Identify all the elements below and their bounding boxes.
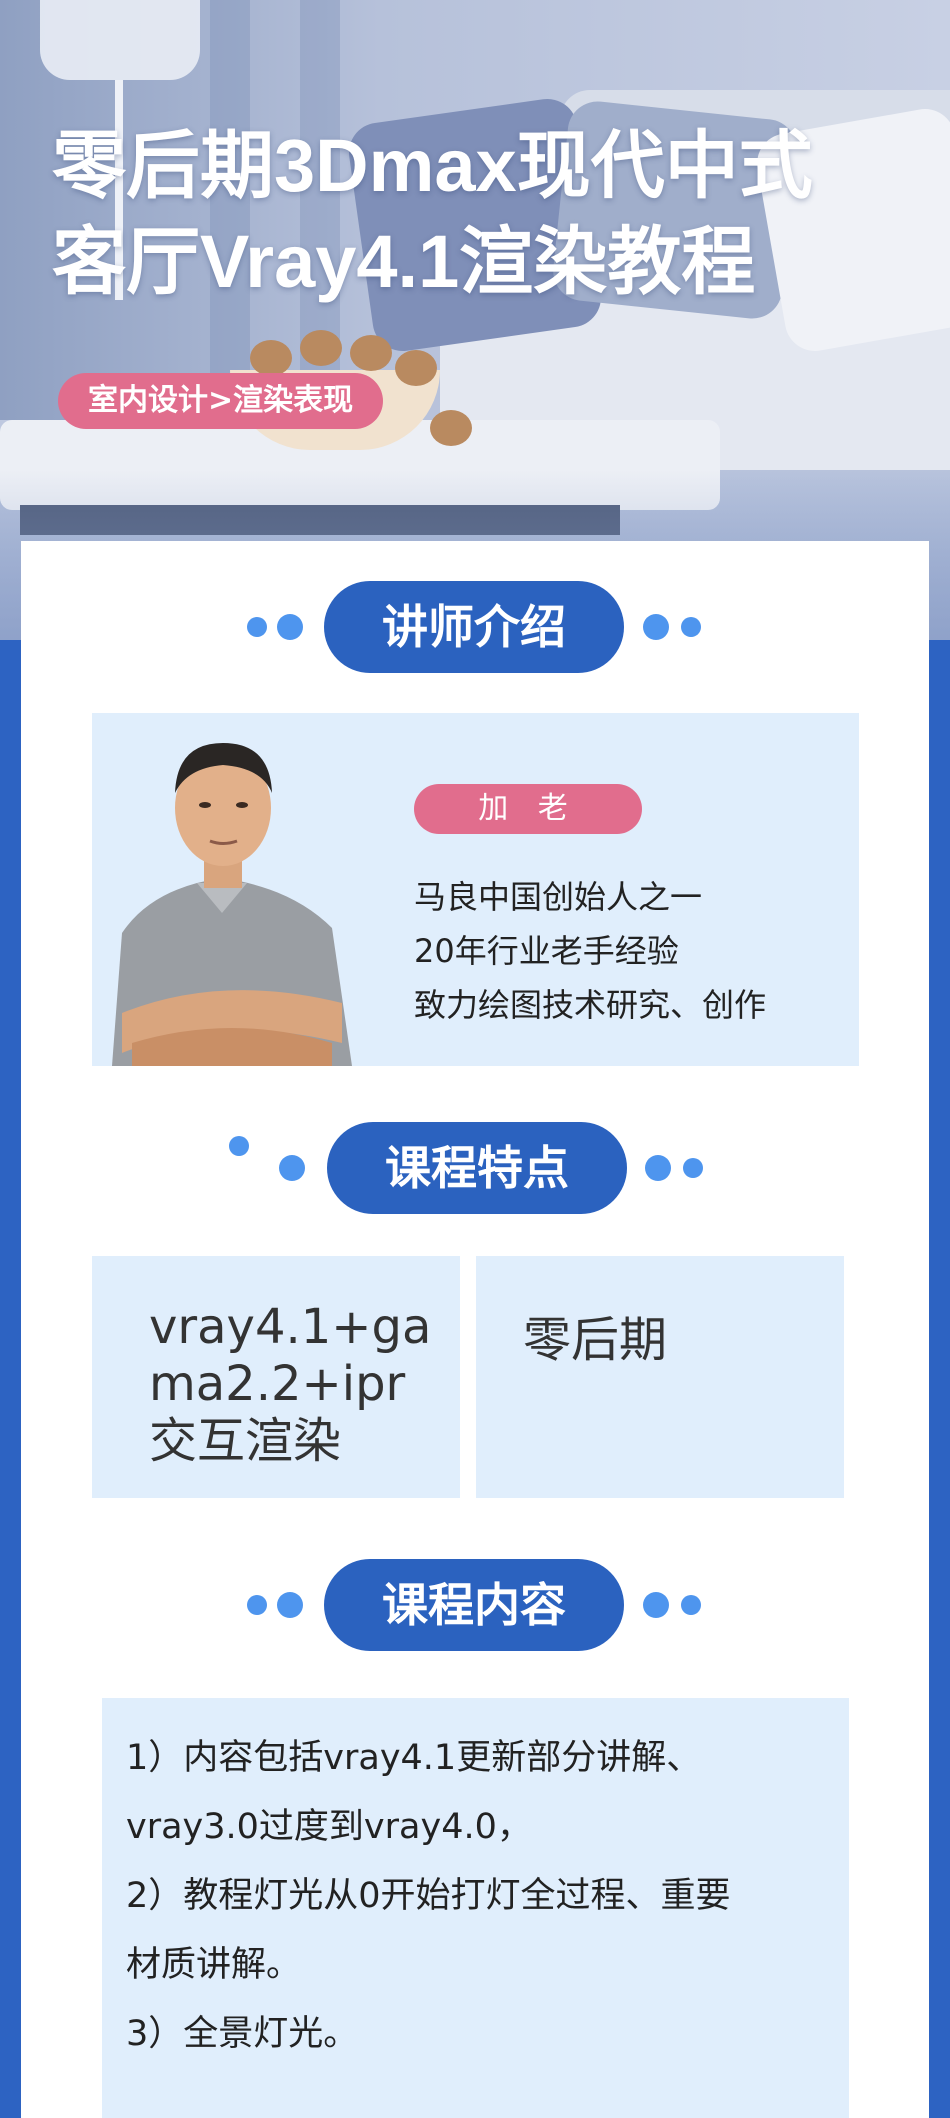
section-header-features: 课程特点 bbox=[21, 1122, 929, 1214]
page-title-line1: 零后期3Dmax现代中式 bbox=[52, 124, 813, 207]
decor-dot bbox=[247, 617, 267, 637]
hero-nut bbox=[395, 350, 437, 386]
decor-dot bbox=[681, 1595, 701, 1615]
teacher-card: 加 老 马良中国创始人之一 20年行业老手经验 致力绘图技术研究、创作 bbox=[92, 713, 859, 1066]
decor-dot bbox=[645, 1155, 671, 1181]
teacher-name-badge: 加 老 bbox=[414, 784, 642, 834]
content-card: 讲师介绍 加 老 马良中国创始人之一 20年行业老手经验 致力绘图技术研究、创作… bbox=[21, 541, 929, 2118]
hero-lamp bbox=[40, 0, 200, 80]
hero-nut bbox=[300, 330, 342, 366]
decor-dot bbox=[247, 1595, 267, 1615]
decor-dot bbox=[277, 614, 303, 640]
feature-text: vray4.1+ga ma2.2+ipr 交互渲染 bbox=[149, 1299, 431, 1470]
feature-text-line: vray4.1+ga bbox=[149, 1299, 432, 1355]
decor-dot bbox=[277, 1592, 303, 1618]
feature-text-line: 交互渲染 bbox=[149, 1413, 342, 1469]
hero-nut bbox=[250, 340, 292, 376]
feature-card-left: vray4.1+ga ma2.2+ipr 交互渲染 bbox=[92, 1256, 460, 1498]
decor-dot bbox=[229, 1136, 249, 1156]
section-header-content: 课程内容 bbox=[21, 1559, 929, 1651]
hero-nut bbox=[430, 410, 472, 446]
teacher-bio-line: 20年行业老手经验 bbox=[414, 932, 679, 970]
section-title-features: 课程特点 bbox=[327, 1122, 627, 1214]
course-content-text: 1）内容包括vray4.1更新部分讲解、 vray3.0过度到vray4.0， … bbox=[126, 1724, 836, 2069]
section-title-content: 课程内容 bbox=[324, 1559, 624, 1651]
feature-text: 零后期 bbox=[523, 1312, 668, 1368]
feature-card-right: 零后期 bbox=[476, 1256, 844, 1498]
decor-dot bbox=[683, 1158, 703, 1178]
teacher-bio: 马良中国创始人之一 20年行业老手经验 致力绘图技术研究、创作 bbox=[414, 870, 844, 1032]
course-content-line: 3）全景灯光。 bbox=[126, 2014, 359, 2054]
section-header-teacher: 讲师介绍 bbox=[21, 581, 929, 673]
decor-dot bbox=[643, 1592, 669, 1618]
course-content-box: 1）内容包括vray4.1更新部分讲解、 vray3.0过度到vray4.0， … bbox=[102, 1698, 849, 2118]
category-tag[interactable]: 室内设计>渲染表现 bbox=[58, 373, 384, 429]
hero-nut bbox=[350, 335, 392, 371]
course-content-line: 1）内容包括vray4.1更新部分讲解、 bbox=[126, 1738, 702, 1778]
teacher-photo bbox=[92, 713, 372, 1066]
teacher-bio-line: 马良中国创始人之一 bbox=[414, 878, 703, 916]
course-content-line: vray3.0过度到vray4.0， bbox=[126, 1807, 532, 1847]
course-content-line: 2）教程灯光从0开始打灯全过程、重要 bbox=[126, 1876, 731, 1916]
decor-dot bbox=[643, 614, 669, 640]
page-title-line2: 客厅Vray4.1渲染教程 bbox=[52, 220, 756, 303]
page-title: 零后期3Dmax现代中式 客厅Vray4.1渲染教程 bbox=[52, 118, 813, 310]
decor-dot bbox=[681, 617, 701, 637]
course-content-line: 材质讲解。 bbox=[126, 1945, 302, 1985]
feature-text-line: ma2.2+ipr bbox=[149, 1356, 406, 1412]
decor-dot bbox=[279, 1155, 305, 1181]
section-title-teacher: 讲师介绍 bbox=[324, 581, 624, 673]
teacher-bio-line: 致力绘图技术研究、创作 bbox=[414, 986, 767, 1024]
